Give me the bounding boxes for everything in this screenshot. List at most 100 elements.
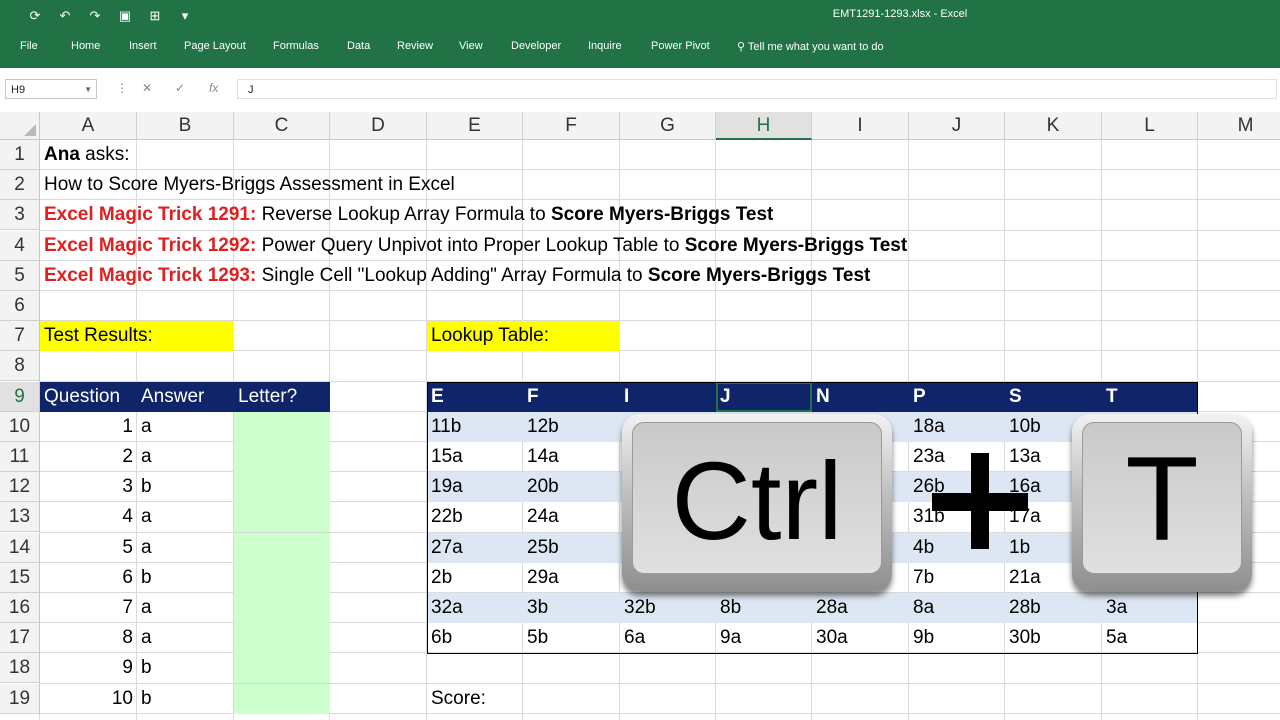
- question-cell[interactable]: 3: [40, 472, 137, 502]
- row-header-4[interactable]: 4: [0, 231, 40, 261]
- row-header-8[interactable]: 8: [0, 351, 40, 381]
- cell-a5[interactable]: Excel Magic Trick 1293: Single Cell "Loo…: [40, 261, 1140, 291]
- column-header-e[interactable]: E: [427, 112, 523, 140]
- lookup-cell[interactable]: 8a: [909, 593, 1005, 623]
- lookup-cell[interactable]: 5b: [523, 623, 620, 653]
- lookup-cell[interactable]: 12b: [523, 412, 620, 442]
- lookup-cell[interactable]: 11b: [427, 412, 523, 442]
- enter-icon[interactable]: ✓: [175, 81, 185, 95]
- lookup-table-header[interactable]: P: [909, 382, 1005, 412]
- lookup-cell[interactable]: 23a: [909, 442, 1005, 472]
- lookup-cell[interactable]: 3a: [1102, 593, 1198, 623]
- lookup-cell[interactable]: 4b: [909, 533, 1005, 563]
- lookup-cell[interactable]: 30b: [1005, 623, 1102, 653]
- row-header-10[interactable]: 10: [0, 412, 40, 442]
- answer-cell[interactable]: b: [137, 684, 234, 714]
- column-header-h[interactable]: H: [716, 112, 812, 140]
- letter-cell[interactable]: [234, 623, 330, 653]
- question-cell[interactable]: 8: [40, 623, 137, 653]
- row-header-9[interactable]: 9: [0, 382, 40, 412]
- tab-developer[interactable]: Developer: [511, 40, 561, 52]
- column-header-i[interactable]: I: [812, 112, 909, 140]
- question-cell[interactable]: 5: [40, 533, 137, 563]
- select-all-corner[interactable]: [0, 112, 40, 140]
- lookup-table-header[interactable]: J: [716, 382, 812, 412]
- column-header-l[interactable]: L: [1102, 112, 1198, 140]
- column-header-g[interactable]: G: [620, 112, 716, 140]
- lookup-cell[interactable]: 6b: [427, 623, 523, 653]
- lookup-cell[interactable]: 24a: [523, 502, 620, 532]
- row-header-3[interactable]: 3: [0, 200, 40, 230]
- tab-insert[interactable]: Insert: [129, 40, 157, 52]
- row-header-12[interactable]: 12: [0, 472, 40, 502]
- lookup-table-label[interactable]: Lookup Table:: [427, 321, 620, 351]
- name-box[interactable]: H9 ▼: [5, 79, 97, 99]
- lookup-cell[interactable]: 20b: [523, 472, 620, 502]
- letter-cell[interactable]: [234, 653, 330, 683]
- lookup-cell[interactable]: 3b: [523, 593, 620, 623]
- tab-home[interactable]: Home: [71, 40, 100, 52]
- row-header-14[interactable]: 14: [0, 533, 40, 563]
- row-header-15[interactable]: 15: [0, 563, 40, 593]
- question-cell[interactable]: 2: [40, 442, 137, 472]
- answer-cell[interactable]: a: [137, 502, 234, 532]
- answer-cell[interactable]: a: [137, 533, 234, 563]
- test-table-header[interactable]: Question: [40, 382, 137, 412]
- lookup-cell[interactable]: 19a: [427, 472, 523, 502]
- lookup-cell[interactable]: 18a: [909, 412, 1005, 442]
- lookup-table-header[interactable]: N: [812, 382, 909, 412]
- tab-power-pivot[interactable]: Power Pivot: [651, 40, 710, 52]
- answer-cell[interactable]: a: [137, 593, 234, 623]
- letter-cell[interactable]: [234, 684, 330, 714]
- column-header-b[interactable]: B: [137, 112, 234, 140]
- cell-a2[interactable]: How to Score Myers-Briggs Assessment in …: [40, 170, 740, 200]
- question-cell[interactable]: 10: [40, 684, 137, 714]
- row-header-7[interactable]: 7: [0, 321, 40, 351]
- tab-view[interactable]: View: [459, 40, 483, 52]
- letter-cell[interactable]: [234, 563, 330, 593]
- question-cell[interactable]: 7: [40, 593, 137, 623]
- letter-cell[interactable]: [234, 472, 330, 502]
- test-results-label[interactable]: Test Results:: [40, 321, 234, 351]
- cell-a1[interactable]: Ana asks:: [40, 140, 440, 170]
- letter-cell[interactable]: [234, 533, 330, 563]
- tab-page-layout[interactable]: Page Layout: [184, 40, 246, 52]
- lookup-cell[interactable]: 30a: [812, 623, 909, 653]
- row-header-5[interactable]: 5: [0, 261, 40, 291]
- answer-cell[interactable]: a: [137, 623, 234, 653]
- column-header-f[interactable]: F: [523, 112, 620, 140]
- column-header-c[interactable]: C: [234, 112, 330, 140]
- lookup-cell[interactable]: 32b: [620, 593, 716, 623]
- tab-review[interactable]: Review: [397, 40, 433, 52]
- row-header-18[interactable]: 18: [0, 653, 40, 683]
- lookup-table-header[interactable]: E: [427, 382, 523, 412]
- lookup-cell[interactable]: 9a: [716, 623, 812, 653]
- lookup-table-header[interactable]: S: [1005, 382, 1102, 412]
- row-header-17[interactable]: 17: [0, 623, 40, 653]
- letter-cell[interactable]: [234, 502, 330, 532]
- test-table-header[interactable]: Letter?: [234, 382, 330, 412]
- lookup-cell[interactable]: 5a: [1102, 623, 1198, 653]
- lookup-table-header[interactable]: I: [620, 382, 716, 412]
- lookup-cell[interactable]: 2b: [427, 563, 523, 593]
- answer-cell[interactable]: b: [137, 653, 234, 683]
- lookup-cell[interactable]: 6a: [620, 623, 716, 653]
- tab-file[interactable]: File: [20, 40, 38, 52]
- row-header-1[interactable]: 1: [0, 140, 40, 170]
- cell-a3[interactable]: Excel Magic Trick 1291: Reverse Lookup A…: [40, 200, 1140, 230]
- row-header-16[interactable]: 16: [0, 593, 40, 623]
- column-header-k[interactable]: K: [1005, 112, 1102, 140]
- row-header-6[interactable]: 6: [0, 291, 40, 321]
- letter-cell[interactable]: [234, 593, 330, 623]
- question-cell[interactable]: 9: [40, 653, 137, 683]
- column-header-a[interactable]: A: [40, 112, 137, 140]
- row-header-19[interactable]: 19: [0, 684, 40, 714]
- lookup-table-header[interactable]: F: [523, 382, 620, 412]
- column-header-m[interactable]: M: [1198, 112, 1280, 140]
- formula-input[interactable]: J: [237, 79, 1277, 99]
- question-cell[interactable]: 1: [40, 412, 137, 442]
- chevron-down-icon[interactable]: ▼: [84, 80, 92, 100]
- lookup-cell[interactable]: 28b: [1005, 593, 1102, 623]
- row-header-11[interactable]: 11: [0, 442, 40, 472]
- lookup-table-header[interactable]: T: [1102, 382, 1198, 412]
